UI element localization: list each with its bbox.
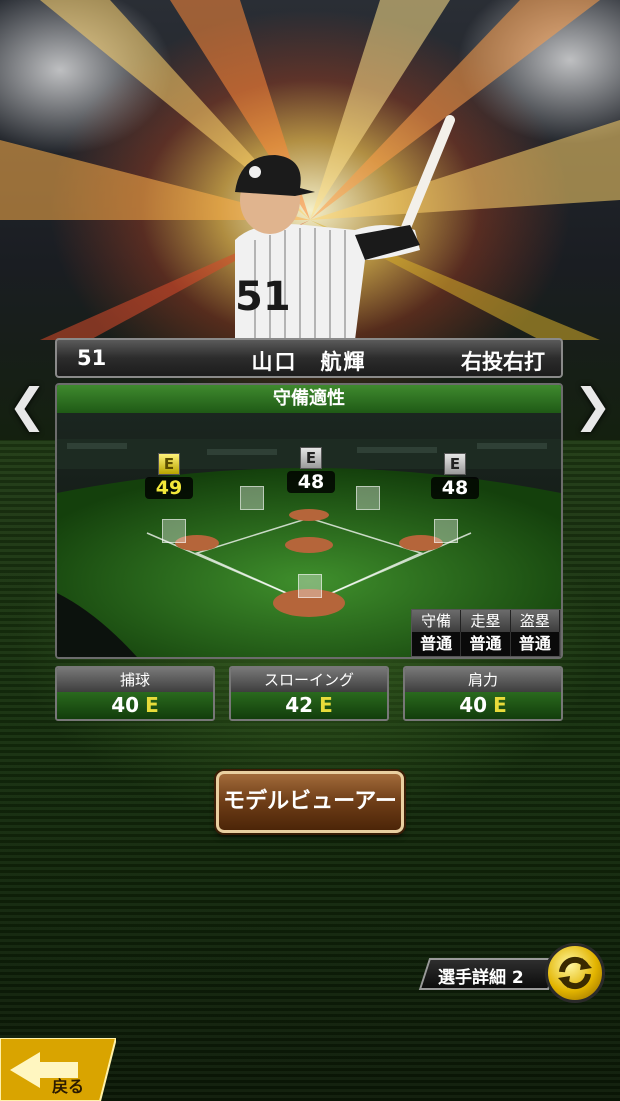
cycle-arrows-icon[interactable] <box>545 943 605 1003</box>
handedness: 右投右打 <box>461 350 545 374</box>
player-name-bar: 51 山口 航輝 右投右打 <box>55 338 563 378</box>
ability-arm-strength: 肩力 40 E <box>403 666 563 721</box>
ability-grade: E <box>145 693 159 717</box>
back-label: 戻る <box>52 1077 85 1096</box>
position-shortstop[interactable] <box>240 486 264 510</box>
ability-catching: 捕球 40 E <box>55 666 215 721</box>
position-center-field[interactable]: E 48 <box>287 447 335 493</box>
defense-title: 守備適性 <box>57 385 561 414</box>
stat-header: 走塁 <box>461 610 511 632</box>
running-stats-table: 守備 走塁 盗塁 普通 普通 普通 <box>411 609 561 657</box>
rank-badge: E <box>158 453 180 475</box>
rank-badge: E <box>300 447 322 469</box>
stat-header: 盗塁 <box>510 610 560 632</box>
stat-value: 普通 <box>510 632 560 656</box>
position-left-field[interactable]: E 49 <box>145 453 193 499</box>
position-catcher[interactable] <box>298 574 322 598</box>
ability-value: 40 <box>459 693 488 717</box>
player-detail-button[interactable]: 選手詳細 2 <box>418 946 564 1000</box>
position-first-base[interactable] <box>434 519 458 543</box>
position-value: 48 <box>431 477 479 499</box>
position-value: 49 <box>145 477 193 499</box>
ability-value: 40 <box>111 693 140 717</box>
position-right-field[interactable]: E 48 <box>431 453 479 499</box>
stat-header: 守備 <box>412 610 462 632</box>
ability-label: 捕球 <box>57 668 213 692</box>
position-value: 48 <box>287 471 335 493</box>
player-photo: 51 <box>235 115 455 340</box>
model-viewer-button[interactable]: モデルビューアー <box>216 771 404 833</box>
rank-badge: E <box>444 453 466 475</box>
stat-value: 普通 <box>461 632 511 656</box>
stat-value: 普通 <box>412 632 462 656</box>
chevron-right-icon[interactable]: ❯ <box>573 382 612 428</box>
defense-aptitude-panel: 守備適性 E 49 E 48 E 48 守備 走塁 盗塁 普通 普通 普通 <box>55 383 563 659</box>
position-second-base[interactable] <box>356 486 380 510</box>
player-detail-label: 選手詳細 2 <box>438 968 524 988</box>
svg-text:51: 51 <box>235 274 291 320</box>
ability-grade: E <box>319 693 333 717</box>
ability-label: スローイング <box>231 668 387 692</box>
position-third-base[interactable] <box>162 519 186 543</box>
ability-grade: E <box>493 693 507 717</box>
ability-value: 42 <box>285 693 314 717</box>
chevron-left-icon[interactable]: ❮ <box>8 382 47 428</box>
ability-throwing: スローイング 42 E <box>229 666 389 721</box>
ability-label: 肩力 <box>405 668 561 692</box>
